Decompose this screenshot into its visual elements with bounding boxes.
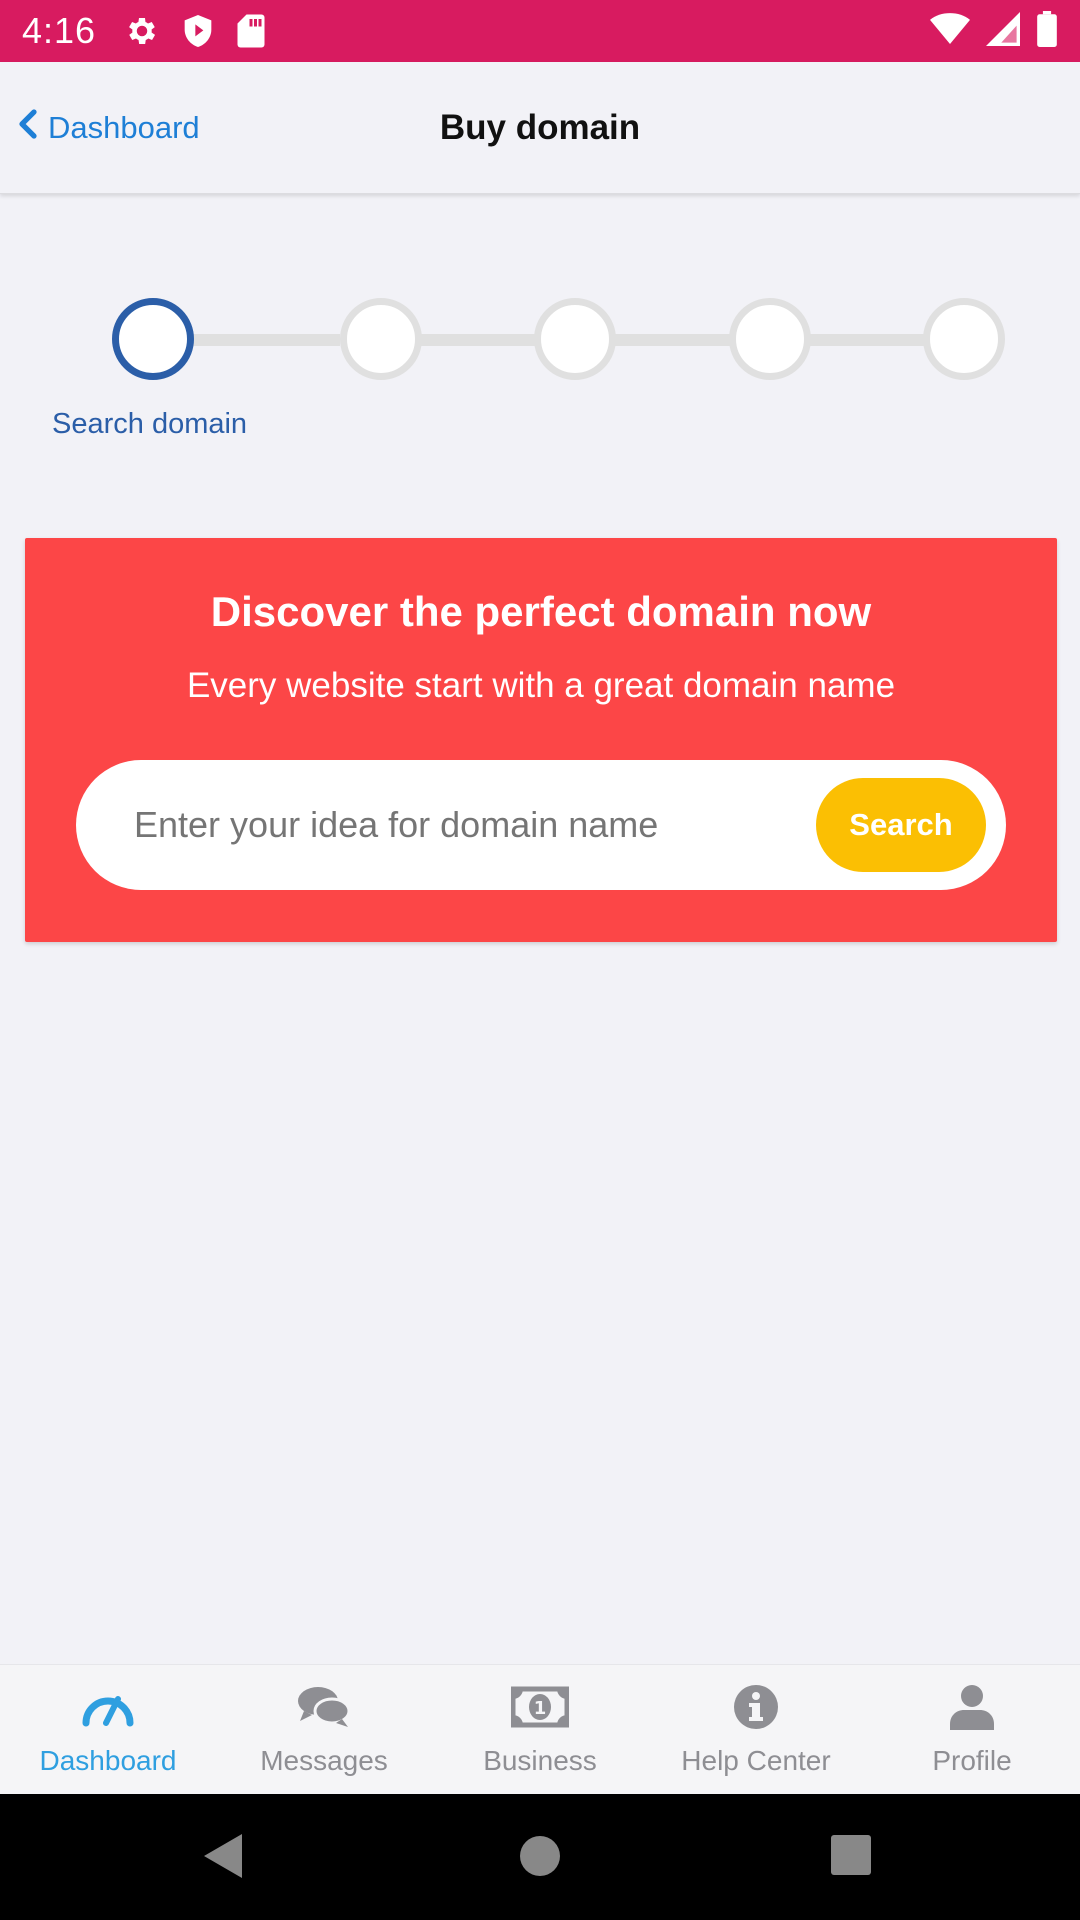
step-3: [534, 298, 616, 380]
step-connector: [612, 334, 732, 346]
tab-dashboard[interactable]: Dashboard: [0, 1665, 216, 1795]
domain-search-card: Discover the perfect domain now Every we…: [25, 538, 1057, 942]
domain-search-input[interactable]: [134, 760, 774, 890]
battery-icon: [1036, 10, 1058, 52]
step-connector: [190, 334, 340, 346]
gear-icon: [124, 13, 160, 49]
tab-label: Messages: [260, 1745, 388, 1776]
tab-label: Profile: [932, 1745, 1012, 1776]
tab-business[interactable]: 1 Business: [432, 1665, 648, 1795]
speedometer-icon: [80, 1681, 136, 1733]
tab-help-center[interactable]: Help Center: [648, 1665, 864, 1795]
cell-signal-icon: [986, 11, 1020, 51]
step-4: [729, 298, 811, 380]
step-1: [112, 298, 194, 380]
info-icon: [733, 1681, 779, 1733]
status-bar: 4:16: [0, 0, 1080, 62]
step-5: [923, 298, 1005, 380]
step-connector: [806, 334, 926, 346]
back-icon[interactable]: [202, 1832, 244, 1880]
back-button[interactable]: Dashboard: [18, 62, 200, 194]
chevron-left-icon: [18, 109, 38, 147]
bottom-tab-bar: Dashboard Messages 1 Business Help Cente…: [0, 1664, 1080, 1794]
sd-card-icon: [236, 13, 266, 49]
promo-title: Discover the perfect domain now: [210, 588, 872, 635]
tab-label: Dashboard: [39, 1745, 177, 1776]
step-connector: [416, 334, 536, 346]
shield-icon: [182, 13, 214, 49]
step-label: Search domain: [52, 408, 248, 440]
system-nav-bar: [0, 1794, 1080, 1920]
tab-messages[interactable]: Messages: [216, 1665, 432, 1795]
tab-label: Business: [483, 1745, 597, 1776]
user-icon: [950, 1681, 994, 1733]
banknote-icon: 1: [511, 1681, 569, 1733]
status-time: 4:16: [22, 10, 97, 51]
recents-icon[interactable]: [830, 1834, 872, 1876]
back-label: Dashboard: [48, 110, 200, 145]
promo-subtitle: Every website start with a great domain …: [186, 666, 896, 705]
wifi-icon: [930, 12, 970, 51]
chat-bubbles-icon: [296, 1681, 352, 1733]
step-2: [340, 298, 422, 380]
tab-profile[interactable]: Profile: [864, 1665, 1080, 1795]
search-box: Search: [76, 760, 1006, 890]
search-button[interactable]: Search: [816, 778, 986, 872]
app-header: Dashboard Buy domain: [0, 62, 1080, 194]
svg-text:1: 1: [534, 1698, 547, 1719]
home-icon[interactable]: [518, 1834, 562, 1878]
tab-label: Help Center: [681, 1745, 831, 1776]
